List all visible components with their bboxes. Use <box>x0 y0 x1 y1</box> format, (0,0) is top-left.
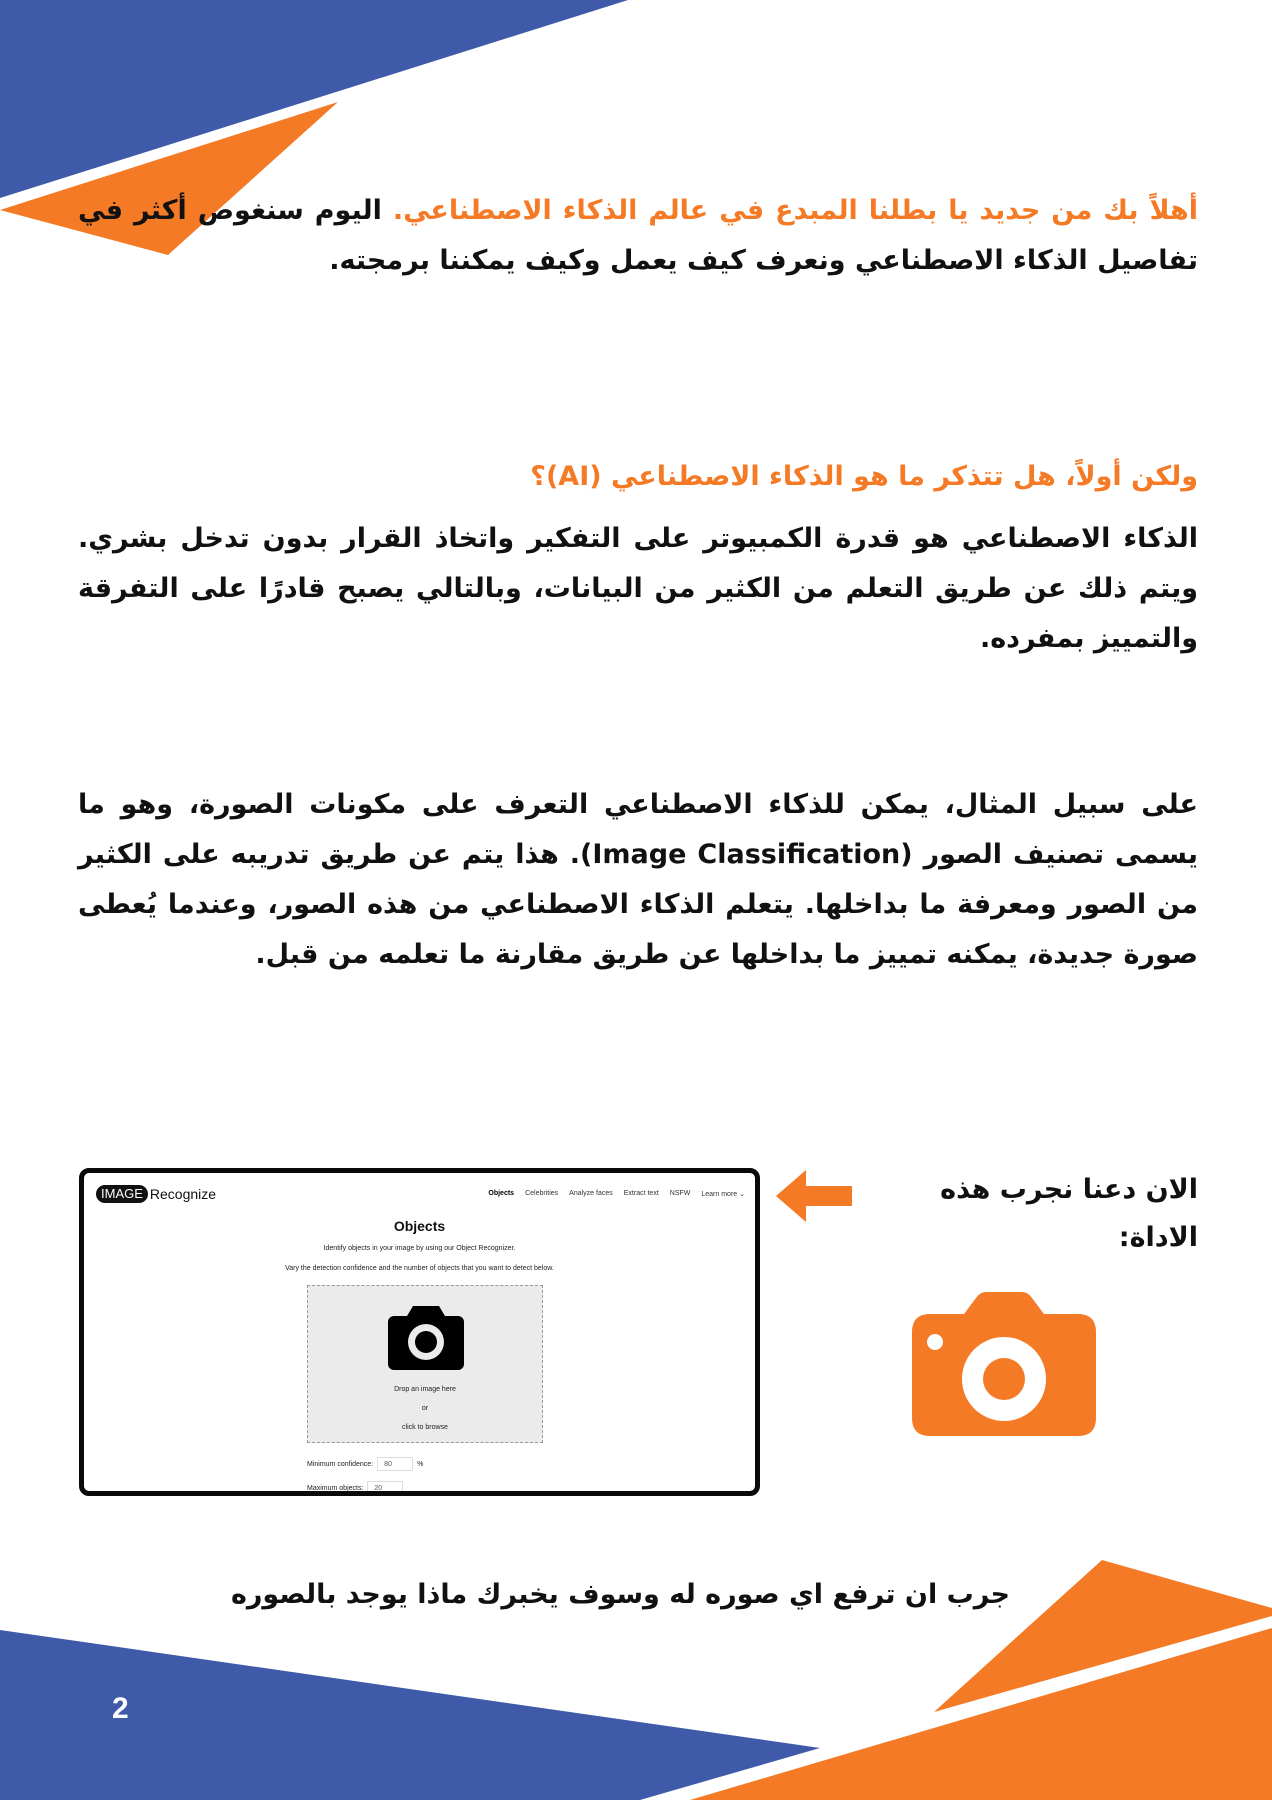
nav-analyze-faces: Analyze faces <box>569 1190 613 1197</box>
screenshot-logo: IMAGE Recognize <box>96 1185 216 1203</box>
tool-label: الان دعنا نجرب هذه الاداة: <box>940 1174 1198 1253</box>
camera-icon <box>388 1306 464 1370</box>
min-confidence-label: Minimum confidence: <box>307 1460 374 1468</box>
nav-celebrities: Celebrities <box>525 1190 559 1197</box>
screenshot-dropzone: Drop an image here or click to browse <box>307 1285 543 1443</box>
question-heading: ولكن أولاً، هل تتذكر ما هو الذكاء الاصطن… <box>530 461 1198 492</box>
dropzone-text: Drop an image here <box>394 1386 456 1393</box>
nav-objects: Objects <box>488 1190 515 1197</box>
max-objects-field: 20 <box>367 1481 404 1491</box>
bottom-orange-lower-shape <box>690 1628 1272 1800</box>
min-confidence-unit: % <box>417 1460 424 1468</box>
definition-paragraph: الذكاء الاصطناعي هو قدرة الكمبيوتر على ا… <box>78 523 1198 654</box>
screenshot-subtitle: Identify objects in your image by using … <box>323 1245 516 1252</box>
nav-learn-more: Learn more ⌄ <box>701 1191 745 1198</box>
nav-nsfw: NSFW <box>669 1190 691 1197</box>
screenshot-navbar: IMAGE Recognize Objects Celebrities Anal… <box>96 1183 745 1205</box>
min-confidence-field: 80 <box>377 1457 414 1471</box>
nav-extract-text: Extract text <box>623 1190 659 1197</box>
dropzone-browse: click to browse <box>402 1424 448 1431</box>
screenshot-title: Objects <box>393 1218 446 1234</box>
max-objects-row: Maximum objects: 20 <box>307 1481 404 1492</box>
camera-icon <box>912 1292 1096 1436</box>
logo-text: Recognize <box>149 1186 217 1202</box>
intro-highlight: أهلاً بك من جديد يا بطلنا المبدع في عالم… <box>392 195 1198 226</box>
screenshot-nav-links: Objects Celebrities Analyze faces Extrac… <box>488 1190 745 1198</box>
min-confidence-row: Minimum confidence: 80 % <box>307 1457 423 1471</box>
bottom-instruction: جرب ان ترفع اي صوره له وسوف يخبرك ماذا ي… <box>230 1579 1010 1610</box>
top-blue-shape <box>0 0 628 198</box>
max-objects-label: Maximum objects: <box>307 1484 364 1492</box>
page-number: 2 <box>112 1692 129 1725</box>
intro-paragraph: أهلاً بك من جديد يا بطلنا المبدع في عالم… <box>78 186 1198 286</box>
screenshot-instruction: Vary the detection confidence and the nu… <box>285 1265 554 1272</box>
tool-screenshot: IMAGE Recognize Objects Celebrities Anal… <box>79 1168 760 1496</box>
example-paragraph: على سبيل المثال، يمكن للذكاء الاصطناعي ا… <box>78 789 1199 970</box>
dropzone-or: or <box>421 1405 429 1412</box>
logo-badge: IMAGE <box>96 1185 148 1203</box>
arrow-left-icon <box>776 1170 852 1222</box>
chevron-down-icon: ⌄ <box>739 1191 745 1198</box>
